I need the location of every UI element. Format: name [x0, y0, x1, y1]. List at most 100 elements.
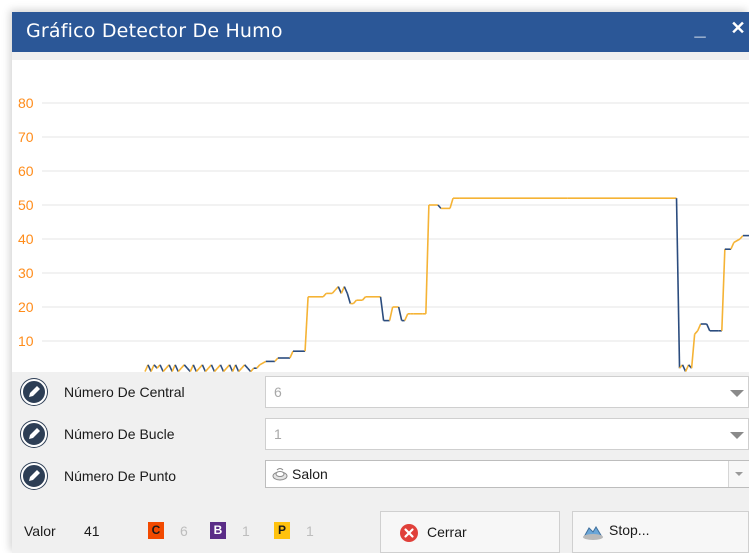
badge-bucle: B	[210, 522, 226, 539]
valor-value: 41	[84, 523, 100, 539]
series-segment	[147, 364, 152, 372]
series-segment	[322, 292, 327, 298]
bucle-value: 1	[274, 426, 282, 442]
pencil-icon-glyph	[21, 463, 47, 489]
series-segment	[361, 296, 367, 301]
title-bar: Gráfico Detector De Humo _ ✕	[12, 12, 749, 52]
status-bar: Valor 41 C 6 B 1 P 1 Cerrar Stop...	[12, 507, 749, 553]
central-label: Número De Central	[64, 384, 185, 400]
badge-central-count: 6	[180, 523, 188, 539]
bucle-label: Número De Bucle	[64, 426, 175, 442]
series-segment	[259, 360, 267, 366]
punto-dropdown-button[interactable]	[728, 461, 749, 487]
series-segment	[675, 198, 681, 369]
series-segment	[684, 364, 690, 372]
series-segment	[213, 367, 219, 372]
series-segment	[244, 364, 249, 369]
stop-label: Stop...	[609, 522, 650, 538]
central-select[interactable]: 6	[265, 376, 749, 408]
chevron-down-icon	[730, 432, 744, 439]
series-segment	[159, 364, 164, 372]
badge-central: C	[148, 522, 164, 539]
series-segment	[204, 367, 210, 372]
series-segment	[228, 364, 234, 372]
bucle-row: Número De Bucle 1	[12, 416, 749, 454]
y-tick-label: 10	[18, 333, 34, 349]
badge-punto: P	[274, 522, 290, 539]
close-window-button[interactable]: ✕	[728, 18, 748, 44]
series-segment	[352, 299, 357, 305]
series-segment	[337, 286, 343, 294]
pencil-icon-glyph	[21, 379, 47, 405]
punto-row: Número De Punto Salon	[12, 458, 749, 496]
series-segment	[397, 306, 403, 321]
punto-label: Número De Punto	[64, 468, 177, 484]
punto-value: Salon	[292, 466, 328, 482]
series-segment	[189, 364, 195, 372]
close-circle-icon	[400, 524, 418, 542]
series-segment	[696, 323, 702, 332]
pencil-icon-glyph	[21, 421, 47, 447]
series-segment	[694, 330, 699, 335]
pencil-icon[interactable]	[20, 462, 48, 490]
stop-button[interactable]: Stop...	[572, 511, 749, 553]
series-segment	[681, 364, 687, 372]
valor-label: Valor	[24, 523, 56, 539]
chevron-down-icon	[735, 472, 743, 476]
series-segment	[222, 367, 228, 372]
series-segment	[721, 249, 726, 331]
y-tick-label: 50	[18, 197, 34, 213]
series-segment	[192, 364, 198, 372]
y-tick-label: 30	[18, 265, 34, 281]
central-row: Número De Central 6	[12, 374, 749, 412]
series-segment	[144, 364, 149, 372]
cerrar-button[interactable]: Cerrar	[380, 511, 560, 553]
series-segment	[183, 364, 188, 369]
series-segment	[388, 306, 394, 321]
smoke-detector-icon	[272, 468, 288, 481]
series-segment	[168, 364, 173, 372]
series-segment	[733, 238, 741, 244]
cerrar-label: Cerrar	[427, 524, 467, 540]
series-segment	[256, 364, 261, 369]
series-segment	[177, 367, 182, 372]
series-segment	[425, 204, 430, 314]
pencil-icon[interactable]	[20, 420, 48, 448]
series-segment	[274, 357, 279, 362]
series-segment	[250, 367, 255, 372]
series-segment	[289, 350, 294, 359]
series-segment	[195, 367, 200, 372]
series-segment	[346, 293, 352, 304]
chevron-down-icon	[730, 390, 744, 397]
bucle-select[interactable]: 1	[265, 418, 749, 450]
series-segment	[234, 364, 240, 372]
window-title: Gráfico Detector De Humo	[26, 20, 283, 42]
series-segment	[379, 296, 385, 321]
chart-svg: 80 70 60 50 40 30 20 10	[18, 95, 749, 372]
series-segment	[150, 364, 155, 372]
minimize-button[interactable]: _	[690, 18, 710, 44]
series-segment	[449, 197, 454, 209]
punto-select[interactable]: Salon	[265, 460, 749, 488]
pencil-icon[interactable]	[20, 378, 48, 406]
y-tick-label: 70	[18, 129, 34, 145]
series-segment	[403, 313, 409, 321]
series-segment	[162, 367, 167, 372]
series-segment	[174, 364, 179, 372]
series-segment	[231, 364, 237, 372]
series-segment	[210, 364, 216, 372]
y-tick-label: 40	[18, 231, 34, 247]
y-tick-label: 80	[18, 95, 34, 111]
series-segment	[331, 289, 336, 294]
graph-window: Gráfico Detector De Humo _ ✕ 80 70 60 50 40 3…	[12, 12, 749, 553]
series-segment	[705, 323, 711, 332]
series-segment	[739, 235, 744, 240]
series-segment	[171, 364, 176, 372]
central-value: 6	[274, 384, 282, 400]
y-tick-label: 20	[18, 299, 34, 315]
series-segment	[340, 286, 346, 294]
series-segment	[201, 364, 207, 372]
series-segment	[730, 242, 735, 250]
badge-punto-count: 1	[306, 523, 314, 539]
y-tick-label: 60	[18, 163, 34, 179]
